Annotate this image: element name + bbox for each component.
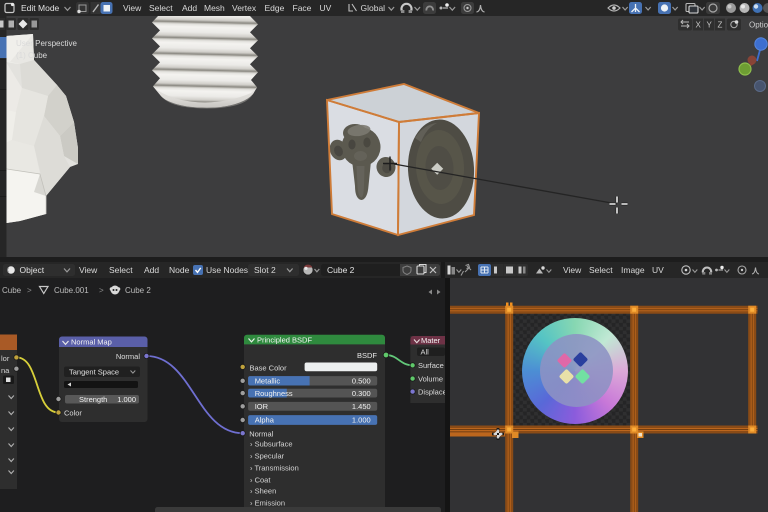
svg-text:0.300: 0.300	[352, 389, 371, 398]
svg-text:View: View	[79, 265, 98, 275]
svg-text:Normal: Normal	[116, 352, 141, 361]
svg-text:Color: Color	[64, 409, 82, 418]
svg-text:User Perspective: User Perspective	[16, 39, 77, 48]
svg-text:Face: Face	[293, 3, 312, 13]
svg-text:Base Color: Base Color	[250, 364, 288, 373]
svg-text:All: All	[421, 348, 430, 357]
svg-text:1.000: 1.000	[352, 416, 371, 425]
svg-text:Alpha: Alpha	[255, 416, 275, 425]
svg-text:na: na	[1, 366, 10, 375]
svg-text:Slot 2: Slot 2	[254, 265, 276, 275]
svg-text:› Specular: › Specular	[250, 452, 285, 461]
svg-text:>: >	[27, 286, 32, 295]
svg-text:Roughness: Roughness	[255, 389, 293, 398]
svg-text:Z: Z	[718, 21, 723, 30]
svg-text:› Coat: › Coat	[250, 475, 271, 484]
svg-text:View: View	[123, 3, 142, 13]
svg-text:1.000: 1.000	[117, 395, 136, 404]
svg-text:Y: Y	[707, 21, 713, 30]
svg-text:Add: Add	[144, 265, 159, 275]
svg-text:Add: Add	[182, 3, 197, 13]
svg-text:Strength: Strength	[79, 395, 107, 404]
svg-text:Surface: Surface	[418, 361, 444, 370]
svg-text:Select: Select	[109, 265, 133, 275]
svg-text:IOR: IOR	[255, 402, 269, 411]
svg-text:Normal Map: Normal Map	[71, 338, 112, 347]
svg-text:Cube: Cube	[2, 286, 22, 295]
svg-text:› Subsurface: › Subsurface	[250, 440, 293, 449]
svg-text:Select: Select	[589, 265, 613, 275]
svg-text:Image: Image	[621, 265, 645, 275]
svg-text:Vertex: Vertex	[232, 3, 257, 13]
svg-text:Global: Global	[361, 3, 386, 13]
svg-text:Object: Object	[20, 265, 45, 275]
svg-text:Node: Node	[169, 265, 190, 275]
svg-text:Volume: Volume	[418, 375, 443, 384]
svg-text:Mesh: Mesh	[204, 3, 225, 13]
svg-text:Cube 2: Cube 2	[327, 265, 355, 275]
svg-text:› Sheen: › Sheen	[250, 487, 276, 496]
svg-text:Cube 2: Cube 2	[125, 286, 151, 295]
svg-text:Cube.001: Cube.001	[54, 286, 89, 295]
svg-text:› Transmission: › Transmission	[250, 463, 299, 472]
svg-text:X: X	[696, 21, 702, 30]
svg-text:Normal: Normal	[249, 430, 274, 439]
svg-text:Edit Mode: Edit Mode	[21, 3, 60, 13]
svg-text:0.500: 0.500	[352, 377, 371, 386]
svg-text:UV: UV	[320, 3, 332, 13]
svg-text:UV: UV	[652, 265, 664, 275]
svg-text:Principled BSDF: Principled BSDF	[257, 336, 312, 345]
svg-text:Metallic: Metallic	[255, 377, 281, 386]
svg-text:Displacem: Displacem	[418, 388, 445, 397]
svg-text:1.450: 1.450	[352, 402, 371, 411]
svg-text:Optio: Optio	[749, 21, 768, 30]
svg-text:Use Nodes: Use Nodes	[206, 265, 248, 275]
svg-text:>: >	[99, 286, 104, 295]
svg-text:Mater: Mater	[421, 336, 441, 345]
svg-text:View: View	[563, 265, 582, 275]
svg-text:› Emission: › Emission	[250, 499, 285, 508]
svg-text:Select: Select	[149, 3, 173, 13]
svg-text:Tangent Space: Tangent Space	[69, 368, 119, 377]
svg-text:BSDF: BSDF	[357, 351, 377, 360]
svg-text:Edge: Edge	[265, 3, 285, 13]
svg-text:(1) Cube: (1) Cube	[16, 51, 48, 60]
svg-text:lor: lor	[1, 354, 10, 363]
